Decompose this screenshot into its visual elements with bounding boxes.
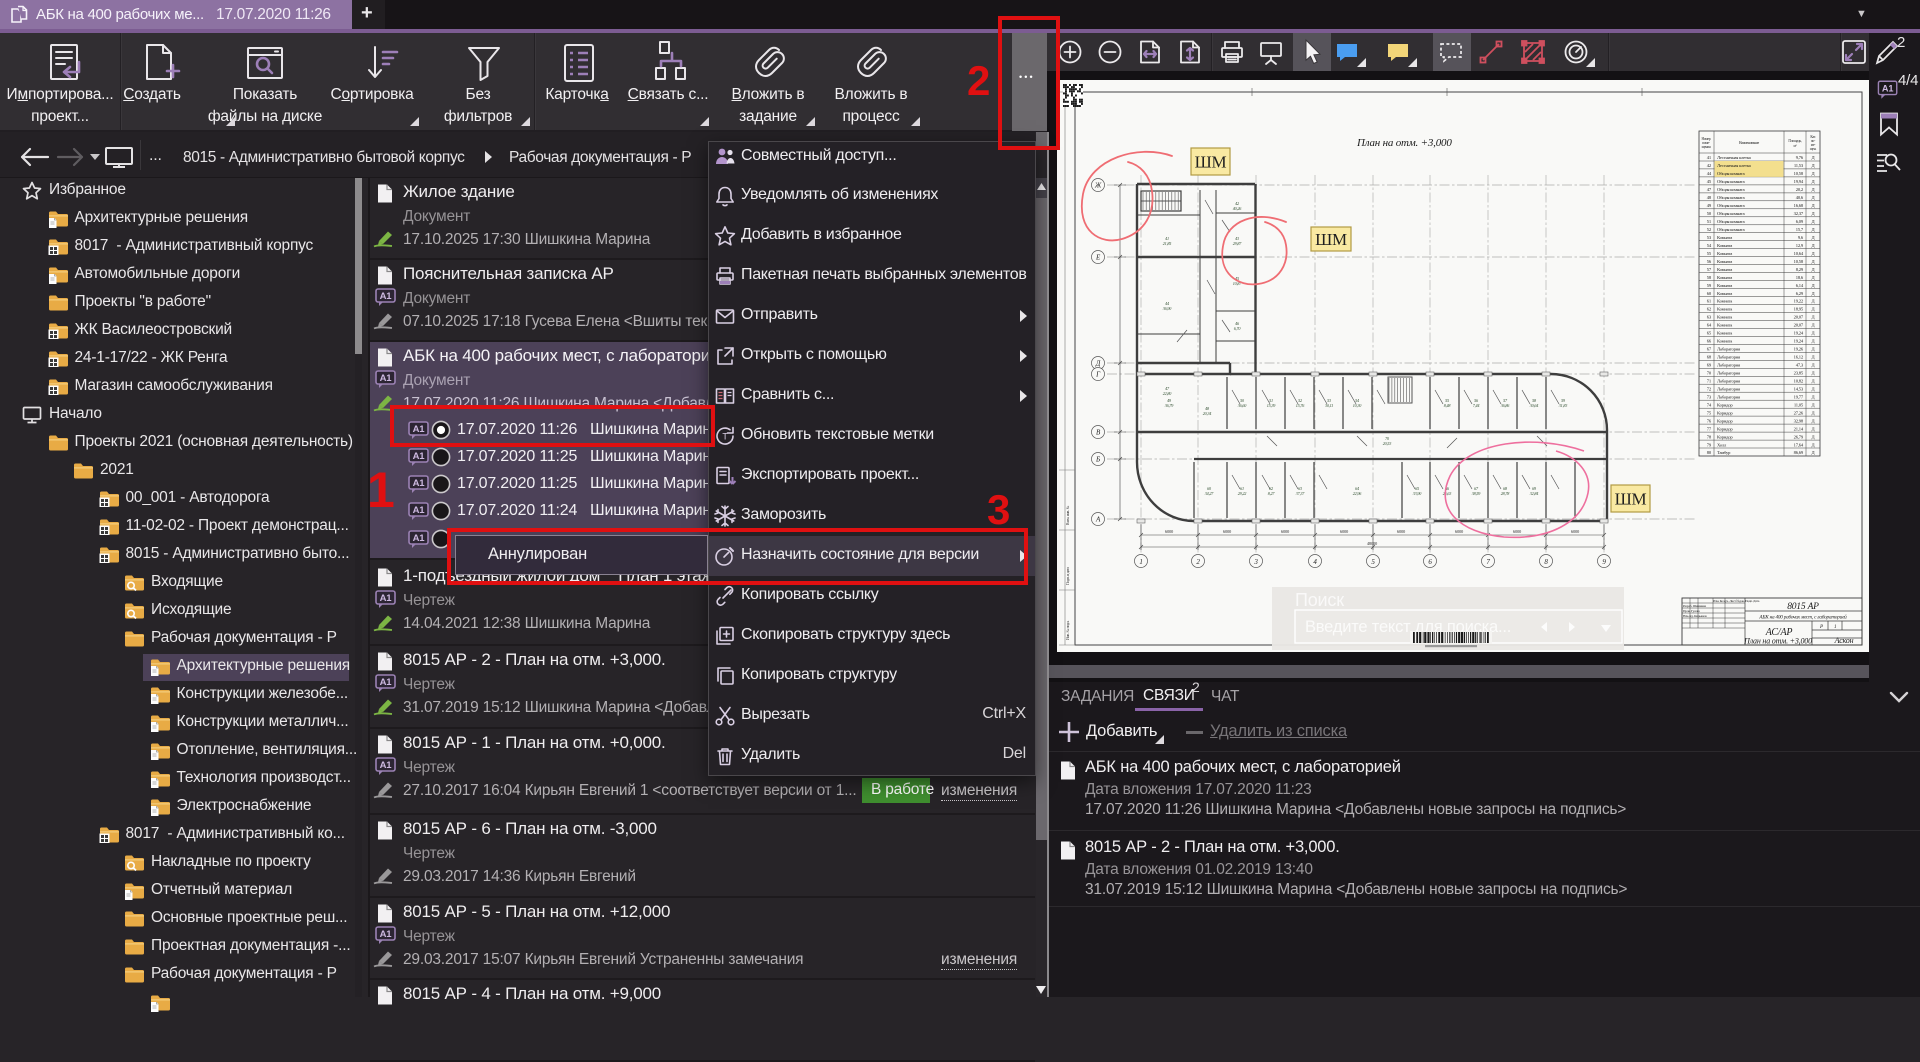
- svg-text:A1: A1: [380, 677, 393, 688]
- svg-text:6000: 6000: [1223, 529, 1232, 534]
- svg-text:Лаборатория: Лаборатория: [1717, 379, 1741, 384]
- svg-text:м²: м²: [1794, 144, 1797, 148]
- svg-text:A1: A1: [380, 760, 393, 771]
- svg-text:Лаборатория: Лаборатория: [1717, 347, 1741, 352]
- svg-text:Комната: Комната: [1717, 315, 1732, 320]
- svg-text:Р: Р: [1819, 625, 1823, 630]
- svg-text:3: 3: [1253, 558, 1258, 566]
- svg-text:ШМ: ШМ: [1315, 230, 1347, 249]
- svg-text:План на отм. +3,000: План на отм. +3,000: [1743, 637, 1812, 646]
- svg-text:Комната: Комната: [1717, 291, 1732, 296]
- svg-text:ШМ: ШМ: [1195, 153, 1227, 172]
- svg-text:Инв. № подл.: Инв. № подл.: [1066, 621, 1070, 640]
- svg-text:6000: 6000: [1571, 529, 1580, 534]
- svg-text:A1: A1: [413, 478, 426, 489]
- svg-text:Комната: Комната: [1717, 307, 1732, 312]
- svg-text:Общая комната: Общая комната: [1717, 195, 1745, 200]
- svg-text:щен.: щен.: [1810, 147, 1817, 151]
- svg-text:Комната: Комната: [1717, 251, 1732, 256]
- svg-text:Коридор: Коридор: [1717, 418, 1733, 423]
- svg-text:Лаборатория: Лаборатория: [1717, 371, 1741, 376]
- svg-text:Коридор: Коридор: [1717, 426, 1733, 431]
- svg-text:Лестничная клетка: Лестничная клетка: [1717, 163, 1751, 168]
- svg-text:Нач.отд. Кирьянов: Нач.отд. Кирьянов: [1683, 614, 1707, 618]
- svg-text:Лестничная клетка: Лестничная клетка: [1717, 155, 1751, 160]
- svg-text:A1: A1: [380, 291, 393, 302]
- svg-text:1: 1: [1834, 625, 1836, 630]
- svg-text:Взам. инв. №: Взам. инв. №: [1066, 505, 1070, 525]
- svg-text:Коридор: Коридор: [1717, 434, 1733, 439]
- svg-text:Лаборатория: Лаборатория: [1717, 387, 1741, 392]
- svg-text:Ж: Ж: [1094, 182, 1102, 190]
- svg-text:Коридор: Коридор: [1717, 402, 1733, 407]
- svg-text:Общая комната: Общая комната: [1717, 219, 1745, 224]
- svg-text:Подп. и дата: Подп. и дата: [1066, 567, 1070, 585]
- svg-text:Лаборатория: Лаборатория: [1717, 394, 1741, 399]
- svg-text:48000: 48000: [1367, 541, 1378, 546]
- svg-text:A1: A1: [413, 533, 426, 544]
- svg-text:6000: 6000: [1165, 529, 1174, 534]
- svg-text:6000: 6000: [1281, 529, 1290, 534]
- svg-text:Общая комната: Общая комната: [1717, 211, 1745, 216]
- svg-text:План на отм. +3,000: План на отм. +3,000: [1356, 137, 1452, 149]
- svg-text:Общая комната: Общая комната: [1717, 187, 1745, 192]
- svg-text:1: 1: [1139, 558, 1142, 566]
- svg-text:Комната: Комната: [1717, 259, 1732, 264]
- svg-text:Комната: Комната: [1717, 299, 1732, 304]
- svg-text:Пров. Гусева: Пров. Гусева: [1683, 609, 1700, 613]
- svg-text:Лаборатория: Лаборатория: [1717, 363, 1741, 368]
- svg-text:A1: A1: [413, 451, 426, 462]
- svg-text:Комната: Комната: [1717, 275, 1732, 280]
- svg-text:Комната: Комната: [1717, 235, 1732, 240]
- svg-text:Комната: Комната: [1717, 283, 1732, 288]
- svg-text:6000: 6000: [1513, 529, 1522, 534]
- svg-text:A1: A1: [380, 593, 393, 604]
- svg-text:Лаборатория: Лаборатория: [1717, 355, 1741, 360]
- svg-text:Разраб. Шишкина: Разраб. Шишкина: [1683, 604, 1707, 608]
- svg-text:A1: A1: [380, 929, 393, 940]
- svg-text:Комната: Комната: [1717, 323, 1732, 328]
- svg-text:Поиск: Поиск: [1295, 590, 1344, 610]
- svg-text:Холл: Холл: [1717, 442, 1727, 447]
- svg-text:Наименование: Наименование: [1739, 141, 1760, 145]
- svg-text:A1: A1: [413, 505, 426, 516]
- svg-text:8015 АР: 8015 АР: [1787, 602, 1819, 612]
- svg-text:Общая комната: Общая комната: [1717, 203, 1745, 208]
- svg-text:Д: Д: [1095, 360, 1101, 368]
- svg-text:Изм. Кол.уч. Лист №док. Подп.: Изм. Кол.уч. Лист №док. Подп. Дата: [1713, 599, 1760, 603]
- svg-text:Общая комната: Общая комната: [1717, 171, 1745, 176]
- svg-text:6000: 6000: [1455, 529, 1464, 534]
- svg-text:6000: 6000: [1397, 529, 1406, 534]
- svg-text:Общая комната: Общая комната: [1717, 227, 1745, 232]
- svg-text:Б: Б: [1095, 456, 1100, 464]
- svg-text:A1: A1: [1882, 83, 1893, 93]
- svg-text:Комната: Комната: [1717, 339, 1732, 344]
- svg-text:щения: щения: [1702, 145, 1711, 149]
- svg-text:АБК на 400 рабочих мест, с лаб: АБК на 400 рабочих мест, с лабораторией: [1758, 614, 1847, 621]
- svg-text:ШМ: ШМ: [1615, 490, 1647, 509]
- svg-text:Комната: Комната: [1717, 243, 1732, 248]
- svg-text:Общая комната: Общая комната: [1717, 179, 1745, 184]
- svg-text:Коридор: Коридор: [1717, 410, 1733, 415]
- svg-text:Комната: Комната: [1717, 267, 1732, 272]
- svg-text:A1: A1: [380, 373, 393, 384]
- svg-text:T: T: [722, 432, 728, 442]
- svg-text:6000: 6000: [1340, 529, 1349, 534]
- svg-text:Комната: Комната: [1717, 331, 1732, 336]
- svg-text:Аскон: Аскон: [1834, 636, 1854, 645]
- svg-text:Тамбур: Тамбур: [1717, 450, 1731, 455]
